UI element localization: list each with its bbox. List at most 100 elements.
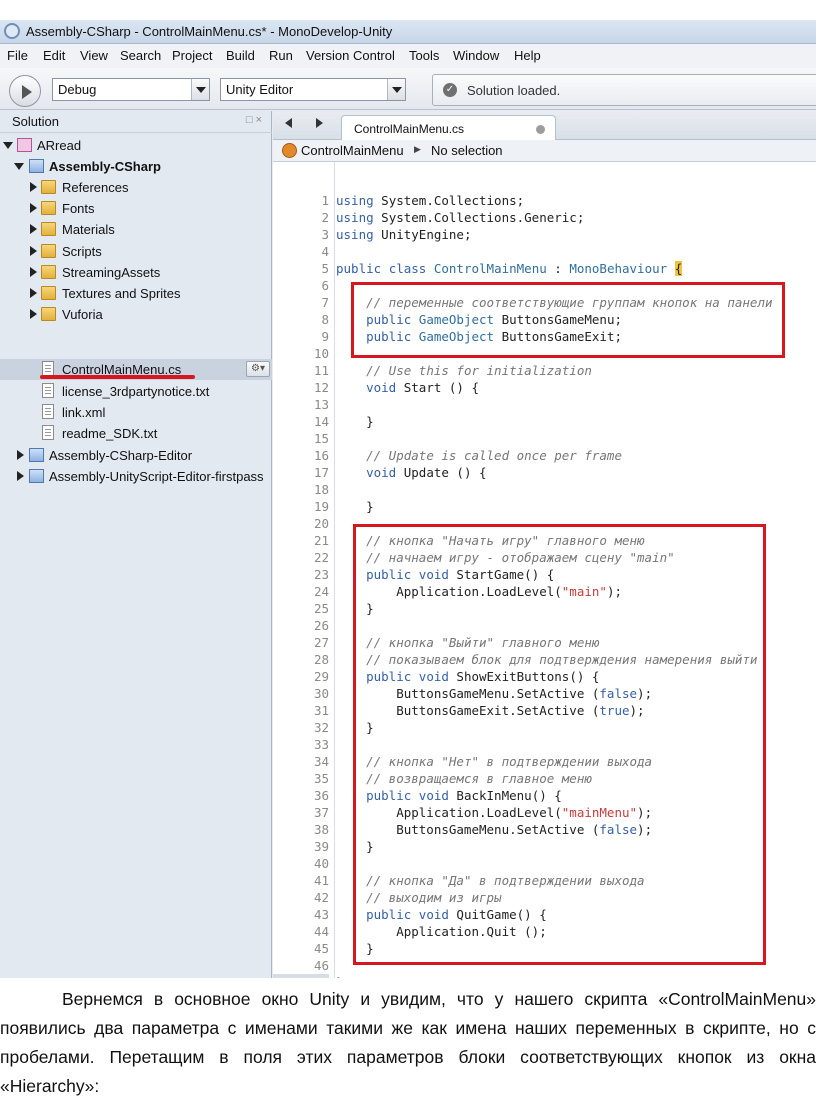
line-number: 26 <box>313 618 329 633</box>
line-number: 44 <box>313 924 329 939</box>
line-number: 25 <box>313 601 329 616</box>
path-member-dropdown[interactable]: No selection <box>431 143 503 158</box>
tree-item-file[interactable]: readme_SDK.txt <box>0 423 272 444</box>
back-arrow-icon[interactable] <box>285 118 292 128</box>
line-number: 20 <box>313 516 329 531</box>
window-title: Assembly-CSharp - ControlMainMenu.cs* - … <box>26 24 393 39</box>
project-icon <box>29 448 44 462</box>
expand-arrow-icon[interactable] <box>30 288 37 298</box>
menu-run[interactable]: Run <box>269 48 293 63</box>
expand-arrow-icon[interactable] <box>30 246 37 256</box>
code-line[interactable]: 12 void Start () { <box>273 379 816 396</box>
tree-item-label: license_3rdpartynotice.txt <box>62 384 210 399</box>
line-number: 40 <box>313 856 329 871</box>
tree-item-file[interactable]: link.xml <box>0 402 272 423</box>
code-line[interactable]: 15 <box>273 430 816 447</box>
menu-version-control[interactable]: Version Control <box>306 48 395 63</box>
path-class-dropdown[interactable]: ControlMainMenu <box>301 143 404 158</box>
target-value: Unity Editor <box>226 82 294 97</box>
line-number: 31 <box>313 703 329 718</box>
menu-window[interactable]: Window <box>453 48 499 63</box>
expand-arrow-icon[interactable] <box>30 224 37 234</box>
code-line[interactable]: 11 // Use this for initialization <box>273 362 816 379</box>
tab-controlmainmenu[interactable]: ControlMainMenu.cs <box>341 115 556 141</box>
code-line[interactable]: 18 <box>273 481 816 498</box>
line-number: 8 <box>321 312 329 327</box>
menu-help[interactable]: Help <box>514 48 541 63</box>
code-line[interactable]: 17 void Update () { <box>273 464 816 481</box>
configuration-select[interactable]: Debug <box>52 78 210 101</box>
code-text: } <box>336 499 374 514</box>
close-icon[interactable] <box>536 125 545 134</box>
menu-tools[interactable]: Tools <box>409 48 439 63</box>
line-number: 46 <box>313 958 329 973</box>
expand-arrow-icon[interactable] <box>14 163 24 170</box>
code-line[interactable]: 5 public class ControlMainMenu : MonoBeha… <box>273 260 816 277</box>
run-button[interactable] <box>9 75 41 107</box>
menu-search[interactable]: Search <box>120 48 161 63</box>
toolbar: Debug Unity Editor ✓ Solution loaded. <box>0 68 816 110</box>
tree-item-project[interactable]: Assembly-UnityScript-Editor-firstpass <box>0 466 272 487</box>
chevron-down-icon <box>191 79 209 100</box>
tree-item-label: Textures and Sprites <box>62 286 181 301</box>
tree-item-folder[interactable]: Materials <box>0 219 272 240</box>
tree-item-folder[interactable]: Textures and Sprites <box>0 283 272 304</box>
code-line[interactable]: 2 using System.Collections.Generic; <box>273 209 816 226</box>
folder-icon <box>41 180 56 194</box>
code-line[interactable]: 47} <box>273 974 816 978</box>
gear-icon[interactable]: ⚙▾ <box>246 361 270 377</box>
line-number: 32 <box>313 720 329 735</box>
code-line[interactable]: 16 // Update is called once per frame <box>273 447 816 464</box>
tree-item-folder[interactable]: StreamingAssets <box>0 262 272 283</box>
code-line[interactable]: 3 using UnityEngine; <box>273 226 816 243</box>
folder-icon <box>41 222 56 236</box>
line-number: 13 <box>313 397 329 412</box>
tree-item-label: Vuforia <box>62 307 103 322</box>
tree-item-solution[interactable]: ARread <box>0 135 272 156</box>
monodevelop-icon <box>4 23 20 39</box>
code-line[interactable]: 13 <box>273 396 816 413</box>
line-number: 11 <box>313 363 329 378</box>
tree-item-project[interactable]: Assembly-CSharp-Editor <box>0 445 272 466</box>
expand-arrow-icon[interactable] <box>30 267 37 277</box>
line-number: 12 <box>313 380 329 395</box>
folder-icon <box>41 286 56 300</box>
expand-arrow-icon[interactable] <box>30 309 37 319</box>
red-highlight-box-methods <box>353 524 766 965</box>
expand-arrow-icon[interactable] <box>30 182 37 192</box>
code-line[interactable]: 19 } <box>273 498 816 515</box>
tree-item-label: ARread <box>37 138 82 153</box>
tree-item-project[interactable]: Assembly-CSharp <box>0 156 272 177</box>
menu-edit[interactable]: Edit <box>43 48 65 63</box>
project-icon <box>29 159 44 173</box>
tree-item-label: link.xml <box>62 405 106 420</box>
menu-build[interactable]: Build <box>226 48 255 63</box>
code-line[interactable]: 14 } <box>273 413 816 430</box>
solution-title: Solution <box>12 114 59 129</box>
code-line[interactable]: 1 using System.Collections; <box>273 192 816 209</box>
code-line[interactable]: 4 <box>273 243 816 260</box>
tree-item-folder[interactable]: Vuforia <box>0 304 272 325</box>
tree-item-folder[interactable]: Fonts <box>0 198 272 219</box>
line-number: 41 <box>313 873 329 888</box>
tree-item-label: Fonts <box>62 201 95 216</box>
line-number: 38 <box>313 822 329 837</box>
target-select[interactable]: Unity Editor <box>220 78 406 101</box>
solution-pane: Solution □ × ARread Assembly-CSharp Refe… <box>0 111 272 978</box>
expand-arrow-icon[interactable] <box>30 203 37 213</box>
tree-item-file[interactable]: license_3rdpartynotice.txt <box>0 381 272 402</box>
menu-view[interactable]: View <box>80 48 108 63</box>
expand-arrow-icon[interactable] <box>17 450 24 460</box>
tree-item-folder[interactable]: Scripts <box>0 241 272 262</box>
forward-arrow-icon[interactable] <box>316 118 323 128</box>
expand-arrow-icon[interactable] <box>3 142 13 149</box>
expand-arrow-icon[interactable] <box>17 471 24 481</box>
line-number: 35 <box>313 771 329 786</box>
tree-item-folder[interactable]: References <box>0 177 272 198</box>
pane-dock-close-buttons[interactable]: □ × <box>246 114 262 126</box>
title-bar: Assembly-CSharp - ControlMainMenu.cs* - … <box>0 20 816 44</box>
menu-file[interactable]: File <box>7 48 28 63</box>
line-number: 4 <box>321 244 329 259</box>
menu-project[interactable]: Project <box>172 48 212 63</box>
project-icon <box>29 469 44 483</box>
